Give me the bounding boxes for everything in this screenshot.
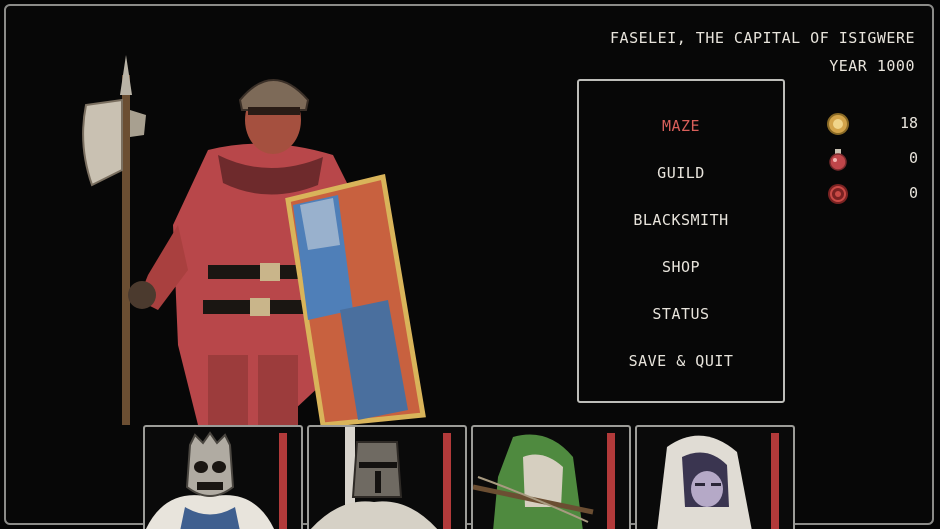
location-year: YEAR 1000	[829, 57, 915, 75]
menu-item-guild[interactable]: GUILD	[579, 164, 783, 182]
red-orb-icon	[828, 184, 848, 204]
location-name: FASELEI, THE CAPITAL OF ISIGWERE	[610, 29, 915, 47]
potion-icon	[829, 149, 847, 171]
resource-potion: 0	[826, 147, 918, 171]
party-member-2[interactable]	[307, 425, 467, 529]
menu-item-shop[interactable]: SHOP	[579, 258, 783, 276]
skull-knight-portrait	[146, 431, 274, 529]
party-member-4[interactable]	[635, 425, 795, 529]
potion-value: 0	[908, 149, 918, 167]
location-header: FASELEI, THE CAPITAL OF ISIGWERE YEAR 10…	[610, 24, 915, 80]
orb-value: 0	[908, 184, 918, 202]
menu-item-maze[interactable]: MAZE	[579, 117, 783, 135]
party-member-3[interactable]	[471, 425, 631, 529]
hp-bar	[443, 433, 451, 529]
menu-item-save-quit[interactable]: SAVE & QUIT	[579, 352, 783, 370]
gold-value: 18	[899, 114, 918, 132]
gold-coin-icon	[827, 113, 849, 135]
hp-bar	[607, 433, 615, 529]
town-guard-illustration	[82, 55, 426, 425]
menu-item-status[interactable]: STATUS	[579, 305, 783, 323]
menu-item-blacksmith[interactable]: BLACKSMITH	[579, 211, 783, 229]
town-menu: MAZE GUILD BLACKSMITH SHOP STATUS SAVE &…	[577, 79, 785, 403]
resource-orb: 0	[826, 182, 918, 206]
great-helm-knight-portrait	[310, 427, 438, 529]
party-member-1[interactable]	[143, 425, 303, 529]
hp-bar	[771, 433, 779, 529]
hooded-archer-portrait	[473, 434, 594, 529]
hp-bar	[279, 433, 287, 529]
hooded-mage-portrait	[657, 435, 752, 529]
resource-gold: 18	[826, 112, 918, 136]
